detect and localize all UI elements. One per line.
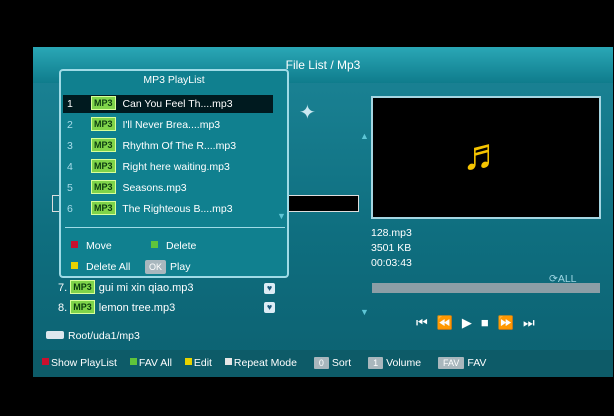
scroll-down-icon[interactable]: ▼ [277, 211, 286, 221]
key-label: Repeat Mode [233, 357, 297, 369]
progress-bar[interactable] [372, 283, 600, 293]
list-item[interactable]: 7. MP3 gui mi xin qiao.mp3 [58, 279, 194, 297]
skip-next-icon[interactable]: ⏭ [523, 315, 544, 330]
legend-label: Delete All [86, 261, 131, 273]
yellow-key-icon [71, 262, 78, 269]
mp3-badge: MP3 [91, 117, 116, 131]
legend-delete: Delete [151, 239, 196, 253]
key-edit[interactable]: Edit [184, 350, 212, 377]
item-number: 8. [58, 302, 68, 314]
help-bar: Show PlayList FAV All Edit Repeat Mode 0… [33, 350, 613, 377]
item-name: lemon tree.mp3 [98, 302, 176, 314]
mp3-badge: MP3 [91, 159, 116, 173]
divider [65, 227, 285, 228]
playlist-title: MP3 PlayList [143, 74, 205, 86]
scroll-down-icon[interactable]: ▼ [360, 307, 369, 317]
rewind-icon[interactable]: ⏪ [437, 315, 462, 330]
playlist-item[interactable]: 3 MP3 Rhythm Of The R....mp3 [63, 137, 273, 155]
mp3-badge: MP3 [91, 138, 116, 152]
file-size: 3501 KB [371, 242, 412, 254]
green-key-icon [129, 358, 137, 365]
panel-border [286, 195, 359, 212]
key-label: FAV All [138, 357, 172, 369]
mp3-badge: MP3 [70, 300, 95, 314]
legend-play: OK Play [145, 260, 190, 274]
page-title: File List / Mp3 [285, 58, 361, 72]
key-label: Show PlayList [51, 357, 117, 369]
mp3-badge: MP3 [91, 96, 116, 110]
playback-controls: ⏮⏪▶■⏩⏭ [416, 315, 544, 331]
legend-delete-all: Delete All [71, 260, 130, 274]
key-show-playlist[interactable]: Show PlayList [42, 350, 117, 377]
item-name: gui mi xin qiao.mp3 [98, 282, 194, 294]
item-number: 5 [67, 182, 73, 194]
fast-forward-icon[interactable]: ⏩ [498, 315, 523, 330]
key-label: Sort [331, 357, 352, 369]
item-name: Rhythm Of The R....mp3 [122, 140, 237, 152]
playlist-popup: MP3 PlayList 1 MP3 Can You Feel Th....mp3… [59, 69, 289, 278]
key-label: Volume [386, 357, 422, 369]
item-name: Seasons.mp3 [122, 182, 187, 194]
play-icon[interactable]: ▶ [462, 315, 481, 330]
key-sort[interactable]: 0 Sort [302, 350, 351, 377]
music-note-icon: ♬ [462, 130, 506, 179]
file-name: 128.mp3 [371, 227, 412, 239]
key-label: FAV [467, 357, 487, 369]
list-item[interactable]: 8. MP3 lemon tree.mp3 [58, 299, 175, 317]
key-volume[interactable]: 1 Volume [356, 350, 421, 377]
breadcrumb: Root/uda1/mp3 [46, 330, 140, 342]
playlist-item[interactable]: 2 MP3 I'll Never Brea....mp3 [63, 116, 273, 134]
key-code: 1 [368, 357, 384, 369]
legend-label: Delete [166, 240, 197, 252]
heart-icon: ♥ [264, 302, 275, 313]
playlist-item[interactable]: 6 MP3 The Righteous B....mp3 [63, 200, 273, 218]
path-label: Root/uda1/mp3 [68, 330, 140, 342]
key-label: Edit [193, 357, 212, 369]
item-name: Can You Feel Th....mp3 [122, 98, 233, 110]
usb-icon [46, 331, 64, 339]
key-fav-all[interactable]: FAV All [129, 350, 172, 377]
sparkle-icon: ✦ [299, 102, 316, 124]
file-duration: 00:03:43 [371, 257, 412, 269]
red-key-icon [71, 241, 78, 248]
key-repeat-mode[interactable]: Repeat Mode [224, 350, 297, 377]
heart-icon: ♥ [264, 283, 275, 294]
item-name: The Righteous B....mp3 [122, 203, 233, 215]
item-name: I'll Never Brea....mp3 [122, 119, 221, 131]
item-number: 4 [67, 161, 73, 173]
scroll-up-icon[interactable]: ▲ [360, 131, 369, 141]
legend-label: Play [170, 261, 191, 273]
yellow-key-icon [184, 358, 192, 365]
legend-label: Move [86, 240, 112, 252]
mp3-badge: MP3 [91, 180, 116, 194]
white-key-icon [224, 358, 232, 365]
item-number: 7. [58, 282, 68, 294]
legend-move: Move [71, 239, 112, 253]
item-number: 6 [67, 203, 73, 215]
item-number: 1 [67, 98, 73, 110]
item-number: 2 [67, 119, 73, 131]
key-code: 0 [313, 357, 329, 369]
item-number: 3 [67, 140, 73, 152]
skip-prev-icon[interactable]: ⏮ [416, 315, 437, 330]
item-name: Right here waiting.mp3 [122, 161, 230, 173]
key-code: FAV [438, 357, 465, 369]
stop-icon[interactable]: ■ [481, 315, 498, 330]
playlist-item[interactable]: 4 MP3 Right here waiting.mp3 [63, 158, 273, 176]
ok-key: OK [145, 260, 167, 274]
red-key-icon [42, 358, 49, 365]
mp3-badge: MP3 [70, 280, 95, 294]
playlist-item[interactable]: 5 MP3 Seasons.mp3 [63, 179, 273, 197]
playlist-item[interactable]: 1 MP3 Can You Feel Th....mp3 [63, 95, 273, 113]
mp3-badge: MP3 [91, 201, 116, 215]
green-key-icon [151, 241, 158, 248]
key-fav[interactable]: FAV FAV [426, 350, 486, 377]
